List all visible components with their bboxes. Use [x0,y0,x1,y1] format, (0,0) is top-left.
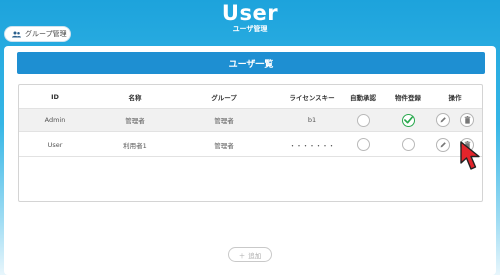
column-header-auto-approve: 自動承認 [350,93,376,102]
column-header-name: 名称 [128,93,142,102]
pencil-icon [440,117,446,123]
table-row[interactable]: Admin 管理者 管理者 b1 [19,108,482,132]
property-registration-toggle[interactable] [401,138,415,151]
column-header-actions: 操作 [448,93,462,102]
cell-auto-approve [341,133,385,156]
column-header-group: グループ [211,93,237,102]
cell-id: Admin [44,116,66,124]
cell-license-key: b1 [307,116,317,124]
table-header-row: ID 名称 グループ ライセンスキー 自動承認 物件登録 操作 [19,85,482,108]
app-subtitle: ユーザ管理 [232,25,268,33]
table-row[interactable]: User 利用者1 管理者 ・・・・・・・ [19,133,482,157]
add-user-button[interactable]: ＋ 追加 [228,247,272,262]
auto-approve-toggle[interactable] [356,113,370,127]
cell-auto-approve [341,109,385,131]
cell-property-registration [387,109,429,131]
edit-button[interactable] [436,113,450,127]
edit-button[interactable] [436,137,450,152]
mouse-cursor-icon [460,141,480,170]
property-registration-toggle[interactable] [401,113,415,127]
group-management-button[interactable]: グループ管理 [4,26,71,42]
app-title: User [221,1,279,25]
cell-property-registration [387,133,429,156]
app-header: User ユーザ管理 グループ管理 [0,0,500,48]
column-header-license-key: ライセンスキー [289,93,335,102]
pencil-icon [440,141,446,147]
panel-title: ユーザ一覧 [17,52,485,74]
cell-group: 管理者 [214,141,234,150]
cell-actions [431,109,479,131]
auto-approve-toggle[interactable] [356,138,370,151]
user-list-panel: ユーザ一覧 ID 名称 グループ ライセンスキー 自動承認 物件登録 操作 Ad… [4,46,496,275]
people-icon [12,31,21,37]
user-table: ID 名称 グループ ライセンスキー 自動承認 物件登録 操作 Admin 管理… [18,84,483,202]
column-header-id: ID [51,92,59,101]
delete-button[interactable] [460,113,474,127]
cell-name: 利用者1 [123,141,147,150]
cell-license-key: ・・・・・・・ [289,141,335,150]
cell-id: User [47,140,63,149]
add-user-label: 追加 [248,251,262,260]
group-management-label: グループ管理 [25,30,67,38]
cell-name: 管理者 [125,117,145,125]
column-header-property-registration: 物件登録 [395,93,421,102]
trash-icon [464,116,470,124]
cell-group: 管理者 [214,117,234,125]
check-icon [403,116,413,124]
plus-icon: ＋ [238,251,246,260]
